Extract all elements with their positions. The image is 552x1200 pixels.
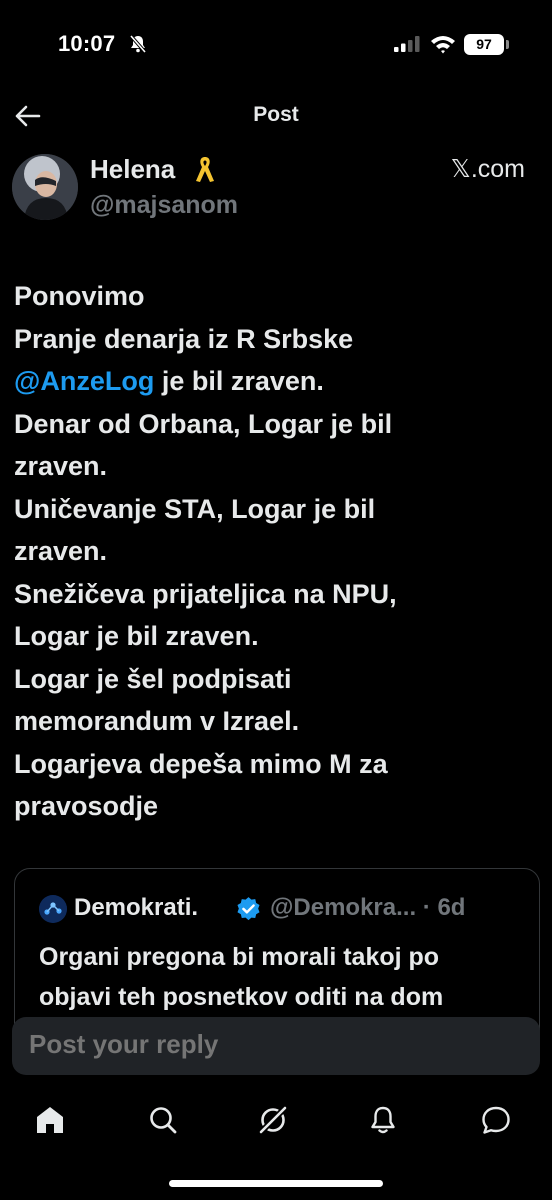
nav-search[interactable] <box>143 1100 183 1140</box>
page-title: Post <box>253 103 299 126</box>
home-indicator <box>169 1180 383 1187</box>
status-time: 10:07 <box>58 31 116 56</box>
post-line: Logar je šel podpisati <box>14 663 292 694</box>
nav-notifications[interactable] <box>363 1100 403 1140</box>
post-line: pravosodje <box>14 791 159 821</box>
quoted-avatar <box>39 895 67 923</box>
top-bar: Post <box>0 92 552 142</box>
quoted-text-line: objavi teh posnetkov oditi na dom <box>39 983 444 1011</box>
post-line: Pranje denarja iz R Srbske <box>14 323 354 354</box>
post-line: @AnzeLog je bil zraven. <box>14 360 534 403</box>
quoted-post-header: Demokrati. @Demokra... · 6d <box>39 893 529 925</box>
post-line: zraven. <box>14 451 108 481</box>
post-line: memorandum v Izrael. <box>14 706 300 736</box>
home-icon <box>37 1107 63 1133</box>
nav-grok[interactable] <box>253 1100 293 1140</box>
notifications-icon <box>371 1106 395 1134</box>
status-bar: 10:07 97 <box>0 0 552 92</box>
reply-input[interactable] <box>29 1029 509 1060</box>
bottom-nav <box>0 1090 552 1150</box>
quoted-author-handle: @Demokra... · 6d <box>270 894 466 921</box>
bell-off-icon <box>129 34 147 54</box>
battery-cap <box>506 40 509 49</box>
post-text: Ponovimo Pranje denarja iz R Srbske @Anz… <box>14 275 534 828</box>
battery-indicator: 97 <box>464 34 504 55</box>
nav-messages[interactable] <box>476 1100 516 1140</box>
post-line: Snežičeva prijateljica na NPU, <box>14 578 397 609</box>
wifi-icon <box>431 36 455 54</box>
post-line: Denar od Orbana, Logar je bil <box>14 408 393 439</box>
verified-badge-icon <box>237 897 260 921</box>
post-author: Helena @majsanom 𝕏.com <box>0 150 552 230</box>
avatar-image <box>12 154 78 220</box>
search-icon <box>150 1107 177 1134</box>
post-line: Logarjeva depeša mimo M za <box>14 748 388 779</box>
post-line: Logar je bil zraven. <box>14 621 259 651</box>
messages-icon <box>482 1106 510 1134</box>
yellow-ribbon-icon <box>196 157 214 182</box>
nav-home[interactable] <box>30 1100 70 1140</box>
quoted-author-name: Demokrati. <box>74 894 199 921</box>
post-line-text: je bil zraven. <box>154 366 324 396</box>
post-line: zraven. <box>14 536 108 566</box>
reply-bar <box>12 1017 540 1075</box>
post-line: Uničevanje STA, Logar je bil <box>14 493 376 524</box>
author-handle[interactable]: @majsanom <box>90 191 238 220</box>
mention-link[interactable]: @AnzeLog <box>14 366 154 396</box>
source-link[interactable]: 𝕏.com <box>451 154 525 184</box>
post-line: Ponovimo <box>14 281 145 311</box>
grok-icon <box>258 1105 288 1135</box>
author-name[interactable]: Helena <box>90 154 175 185</box>
quoted-text-line: Organi pregona bi morali takoj po <box>39 943 440 971</box>
signal-icon <box>394 36 420 52</box>
quoted-post-text: Organi pregona bi morali takoj po objavi… <box>39 937 529 1017</box>
avatar[interactable] <box>12 154 78 220</box>
